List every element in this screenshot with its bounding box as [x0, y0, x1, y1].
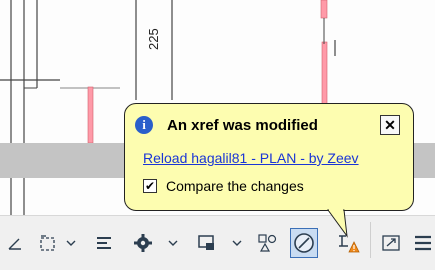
- info-icon: i: [135, 116, 153, 134]
- menu-icon[interactable]: [412, 228, 434, 258]
- xref-warning-icon[interactable]: [334, 228, 362, 258]
- rectangle-select-icon[interactable]: [38, 228, 58, 258]
- properties-list-icon[interactable]: [94, 228, 114, 258]
- close-button[interactable]: ✕: [380, 115, 400, 135]
- compare-changes-row[interactable]: ✔ Compare the changes: [143, 178, 304, 194]
- viewport-icon[interactable]: [196, 228, 218, 258]
- chevron-down-icon[interactable]: [64, 228, 78, 258]
- notification-title: An xref was modified: [167, 117, 318, 134]
- reload-xref-link[interactable]: Reload hagalil81 - PLAN - by Zeev: [143, 150, 359, 166]
- compare-changes-checkbox[interactable]: ✔: [143, 179, 157, 193]
- chevron-down-icon[interactable]: [166, 228, 180, 258]
- shapes-icon[interactable]: [256, 228, 278, 258]
- toolbar-separator: [370, 222, 371, 258]
- dimension-label: 225: [146, 28, 161, 50]
- compare-changes-label[interactable]: Compare the changes: [166, 178, 304, 194]
- maximize-icon[interactable]: [380, 228, 402, 258]
- gear-icon[interactable]: [132, 228, 154, 258]
- dimension-corner-icon[interactable]: [6, 228, 24, 258]
- snap-circle-icon[interactable]: [290, 228, 318, 258]
- chevron-down-icon[interactable]: [230, 228, 244, 258]
